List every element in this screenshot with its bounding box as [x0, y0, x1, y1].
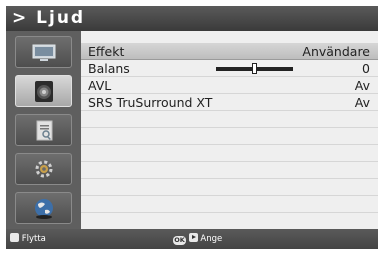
page-title: > Ljud: [12, 8, 86, 28]
sidebar-item-setup[interactable]: [15, 114, 72, 146]
ok-button-icon: OK: [173, 236, 186, 245]
sidebar-item-picture[interactable]: [15, 36, 72, 68]
clipboard-icon: [36, 120, 53, 141]
menu-row-label: AVL: [88, 78, 112, 93]
menu-row-empty: [81, 179, 378, 196]
menu-row-empty: [81, 111, 378, 128]
menu-row-label: SRS TruSurround XT: [88, 95, 213, 110]
sidebar-item-sound[interactable]: [15, 75, 72, 107]
menu-row-empty: [81, 162, 378, 179]
sidebar-item-settings[interactable]: [15, 153, 72, 185]
menu-row-empty: [81, 128, 378, 145]
menu-row-value: Av: [354, 78, 370, 93]
menu-row-label: Effekt: [88, 44, 125, 59]
balance-slider[interactable]: [216, 63, 293, 74]
tv-icon: [32, 44, 56, 61]
help-bar: Flytta OK Ange: [6, 229, 378, 249]
enter-hint-label: Ange: [200, 234, 223, 244]
menu-row-balans[interactable]: Balans 0: [81, 60, 378, 77]
move-hint: Flytta: [10, 229, 46, 249]
right-arrow-icon: [188, 233, 198, 242]
menu-row-label: Balans: [88, 61, 130, 76]
menu-row-empty: [81, 196, 378, 213]
balance-slider-handle[interactable]: [252, 63, 257, 74]
sidebar-item-network[interactable]: [15, 192, 72, 224]
speaker-icon: [35, 81, 53, 102]
globe-icon: [35, 199, 53, 219]
enter-hint: OK Ange: [173, 229, 222, 249]
navigate-icon: [10, 233, 19, 242]
sound-menu-screen: > Ljud Effekt Användare Balans 0 AVL Av …: [0, 0, 378, 254]
menu-row-effekt[interactable]: Effekt Användare: [81, 43, 378, 60]
settings-list: Effekt Användare Balans 0 AVL Av SRS Tru…: [81, 31, 378, 229]
menu-row-srs-trusurround[interactable]: SRS TruSurround XT Av: [81, 94, 378, 111]
menu-row-value: Av: [354, 95, 370, 110]
menu-row-empty: [81, 145, 378, 162]
menu-row-avl[interactable]: AVL Av: [81, 77, 378, 94]
title-bar: > Ljud: [6, 6, 378, 31]
menu-row-value: 0: [362, 61, 370, 76]
sidebar: [6, 31, 81, 229]
move-hint-label: Flytta: [21, 234, 46, 244]
gear-icon: [35, 160, 53, 178]
menu-row-value: Användare: [302, 44, 370, 59]
